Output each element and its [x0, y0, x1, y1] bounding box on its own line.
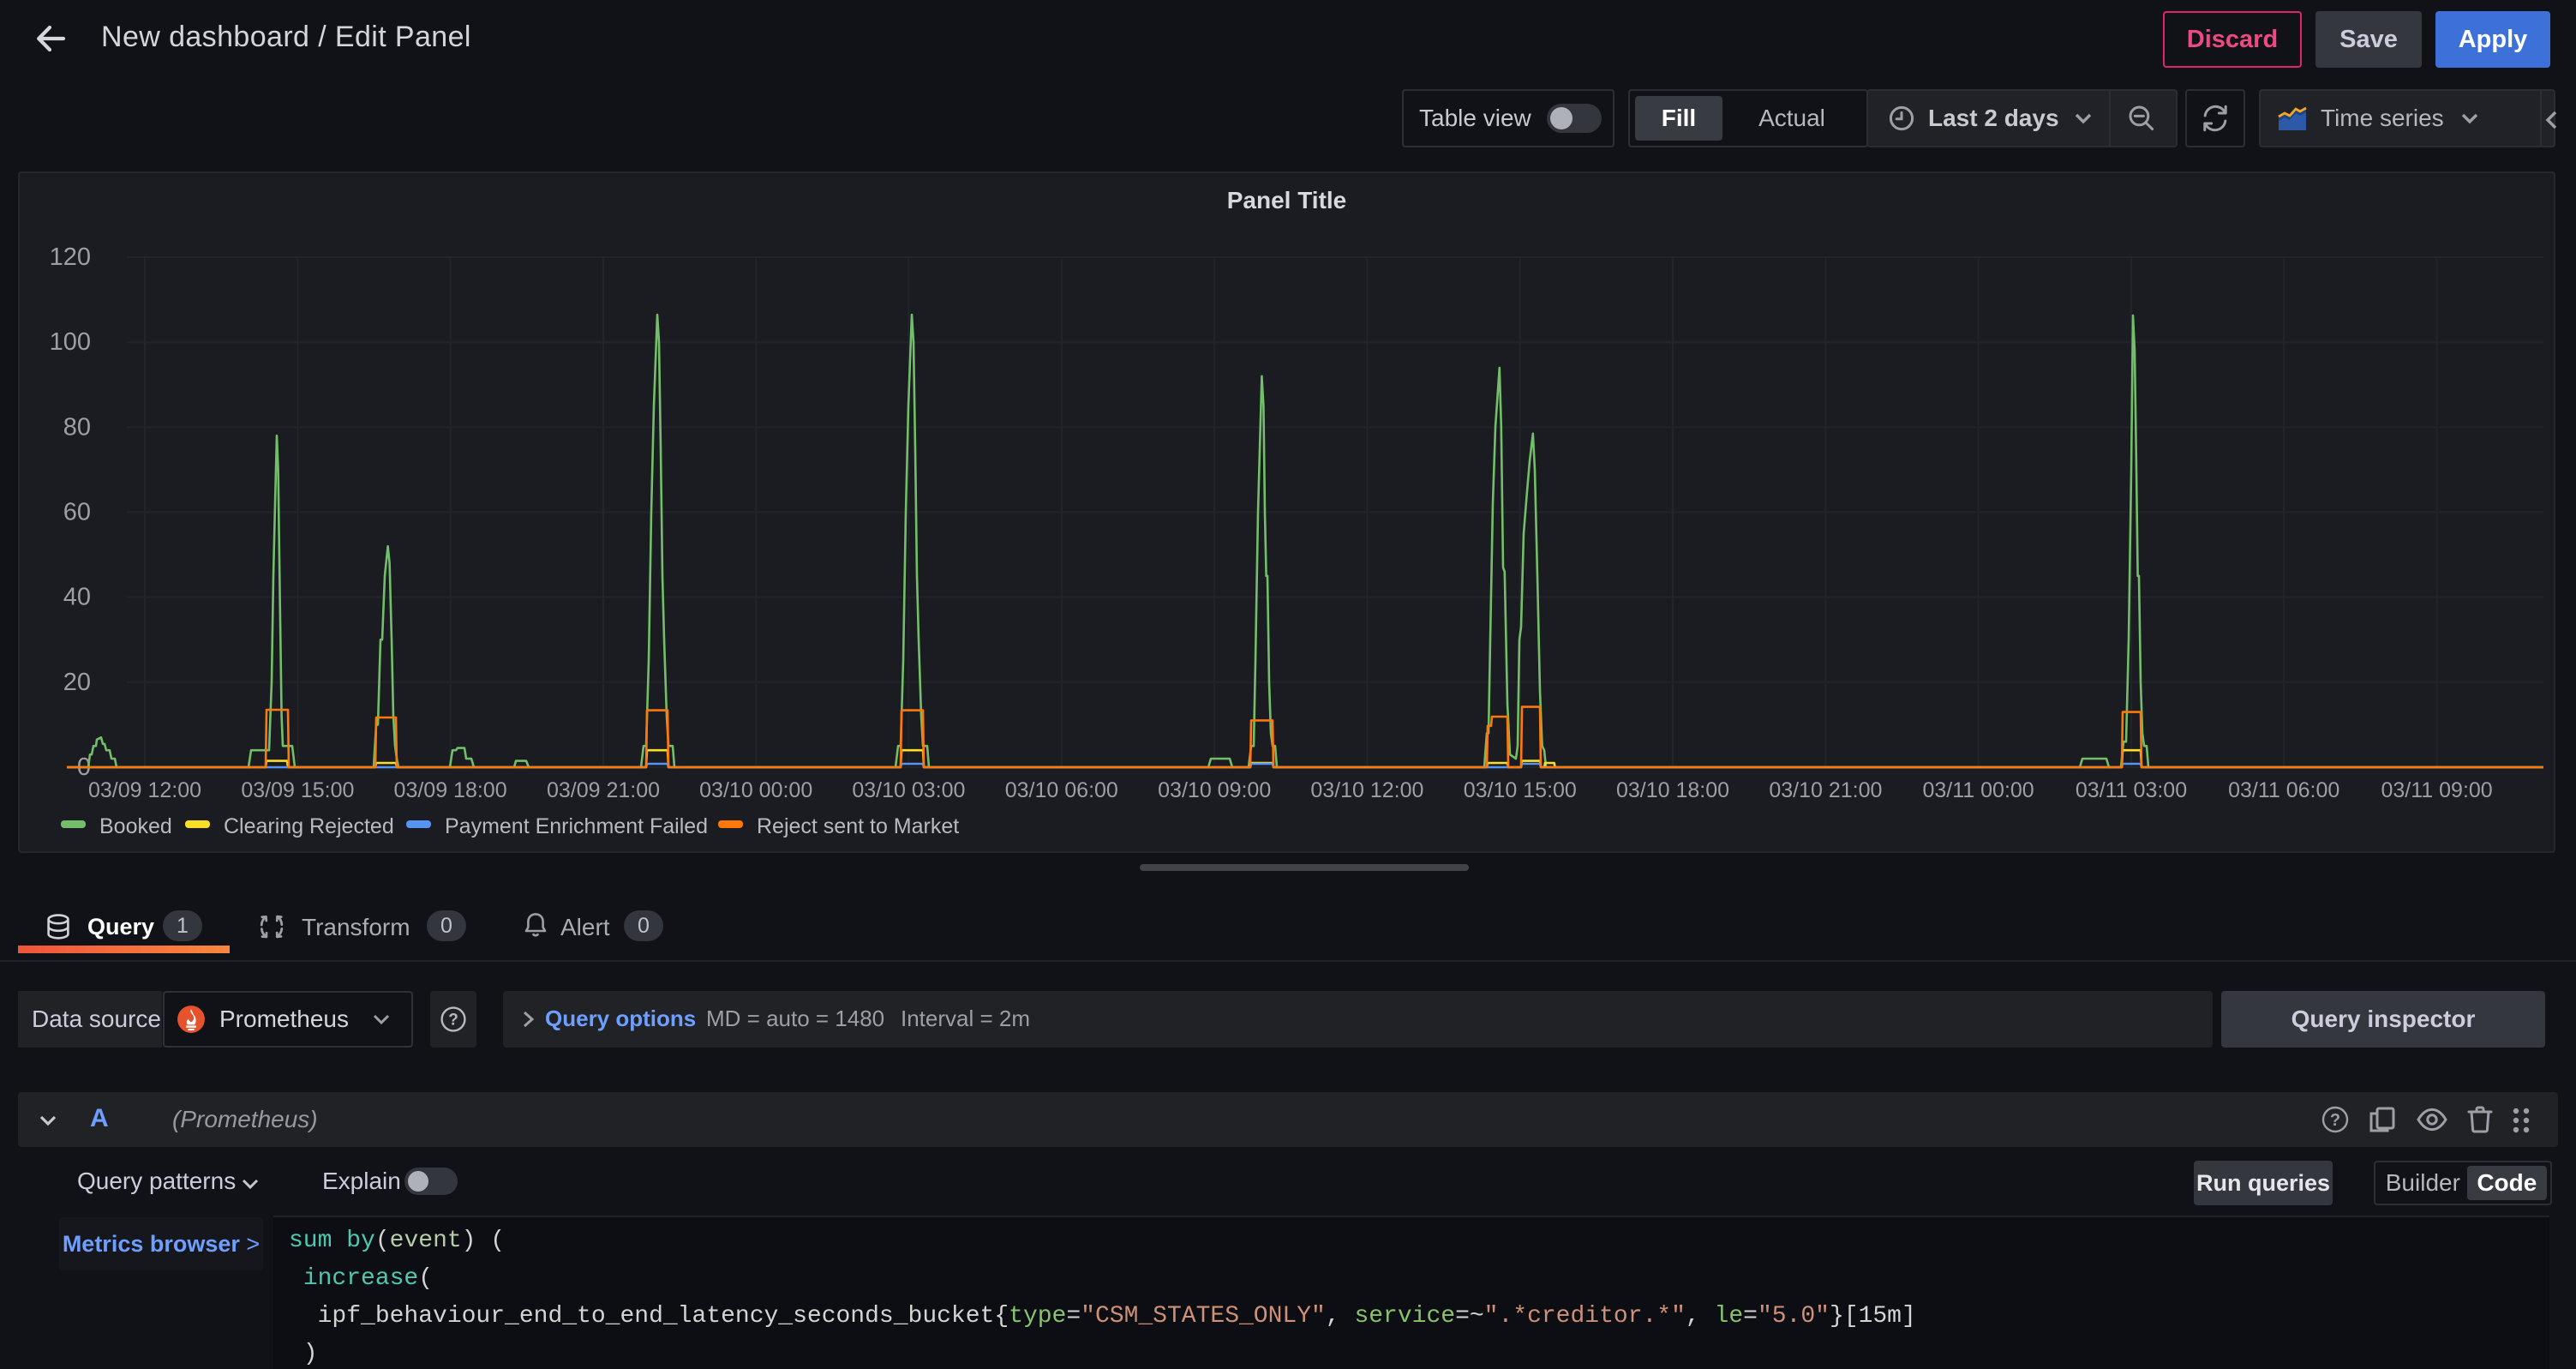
svg-text:03/11 09:00: 03/11 09:00 [2381, 778, 2492, 802]
svg-text:Reject sent to Market: Reject sent to Market [757, 814, 959, 838]
svg-text:03/09 15:00: 03/09 15:00 [241, 778, 354, 802]
svg-text:40: 40 [63, 584, 91, 611]
svg-text:03/11 03:00: 03/11 03:00 [2076, 778, 2187, 802]
svg-text:03/10 09:00: 03/10 09:00 [1158, 778, 1271, 802]
svg-text:Booked: Booked [99, 814, 172, 838]
svg-text:03/10 03:00: 03/10 03:00 [852, 778, 965, 802]
svg-text:60: 60 [63, 498, 91, 525]
svg-text:03/10 15:00: 03/10 15:00 [1464, 778, 1577, 802]
svg-text:?: ? [2330, 1111, 2340, 1130]
svg-text:03/10 06:00: 03/10 06:00 [1005, 778, 1118, 802]
svg-text:03/11 00:00: 03/11 00:00 [1922, 778, 2034, 802]
svg-text:03/10 12:00: 03/10 12:00 [1310, 778, 1423, 802]
svg-text:80: 80 [63, 413, 91, 441]
svg-text:03/11 06:00: 03/11 06:00 [2228, 778, 2339, 802]
svg-text:?: ? [448, 1012, 458, 1030]
svg-text:120: 120 [50, 243, 91, 271]
svg-text:20: 20 [63, 669, 91, 696]
svg-text:Clearing Rejected: Clearing Rejected [224, 814, 394, 838]
svg-text:03/09 18:00: 03/09 18:00 [394, 778, 507, 802]
svg-text:100: 100 [50, 328, 91, 356]
svg-text:03/10 00:00: 03/10 00:00 [699, 778, 812, 802]
svg-text:03/09 21:00: 03/09 21:00 [547, 778, 660, 802]
svg-text:03/10 21:00: 03/10 21:00 [1769, 778, 1882, 802]
svg-text:Payment Enrichment Failed: Payment Enrichment Failed [445, 814, 708, 838]
svg-text:03/09 12:00: 03/09 12:00 [88, 778, 201, 802]
svg-text:03/10 18:00: 03/10 18:00 [1616, 778, 1729, 802]
